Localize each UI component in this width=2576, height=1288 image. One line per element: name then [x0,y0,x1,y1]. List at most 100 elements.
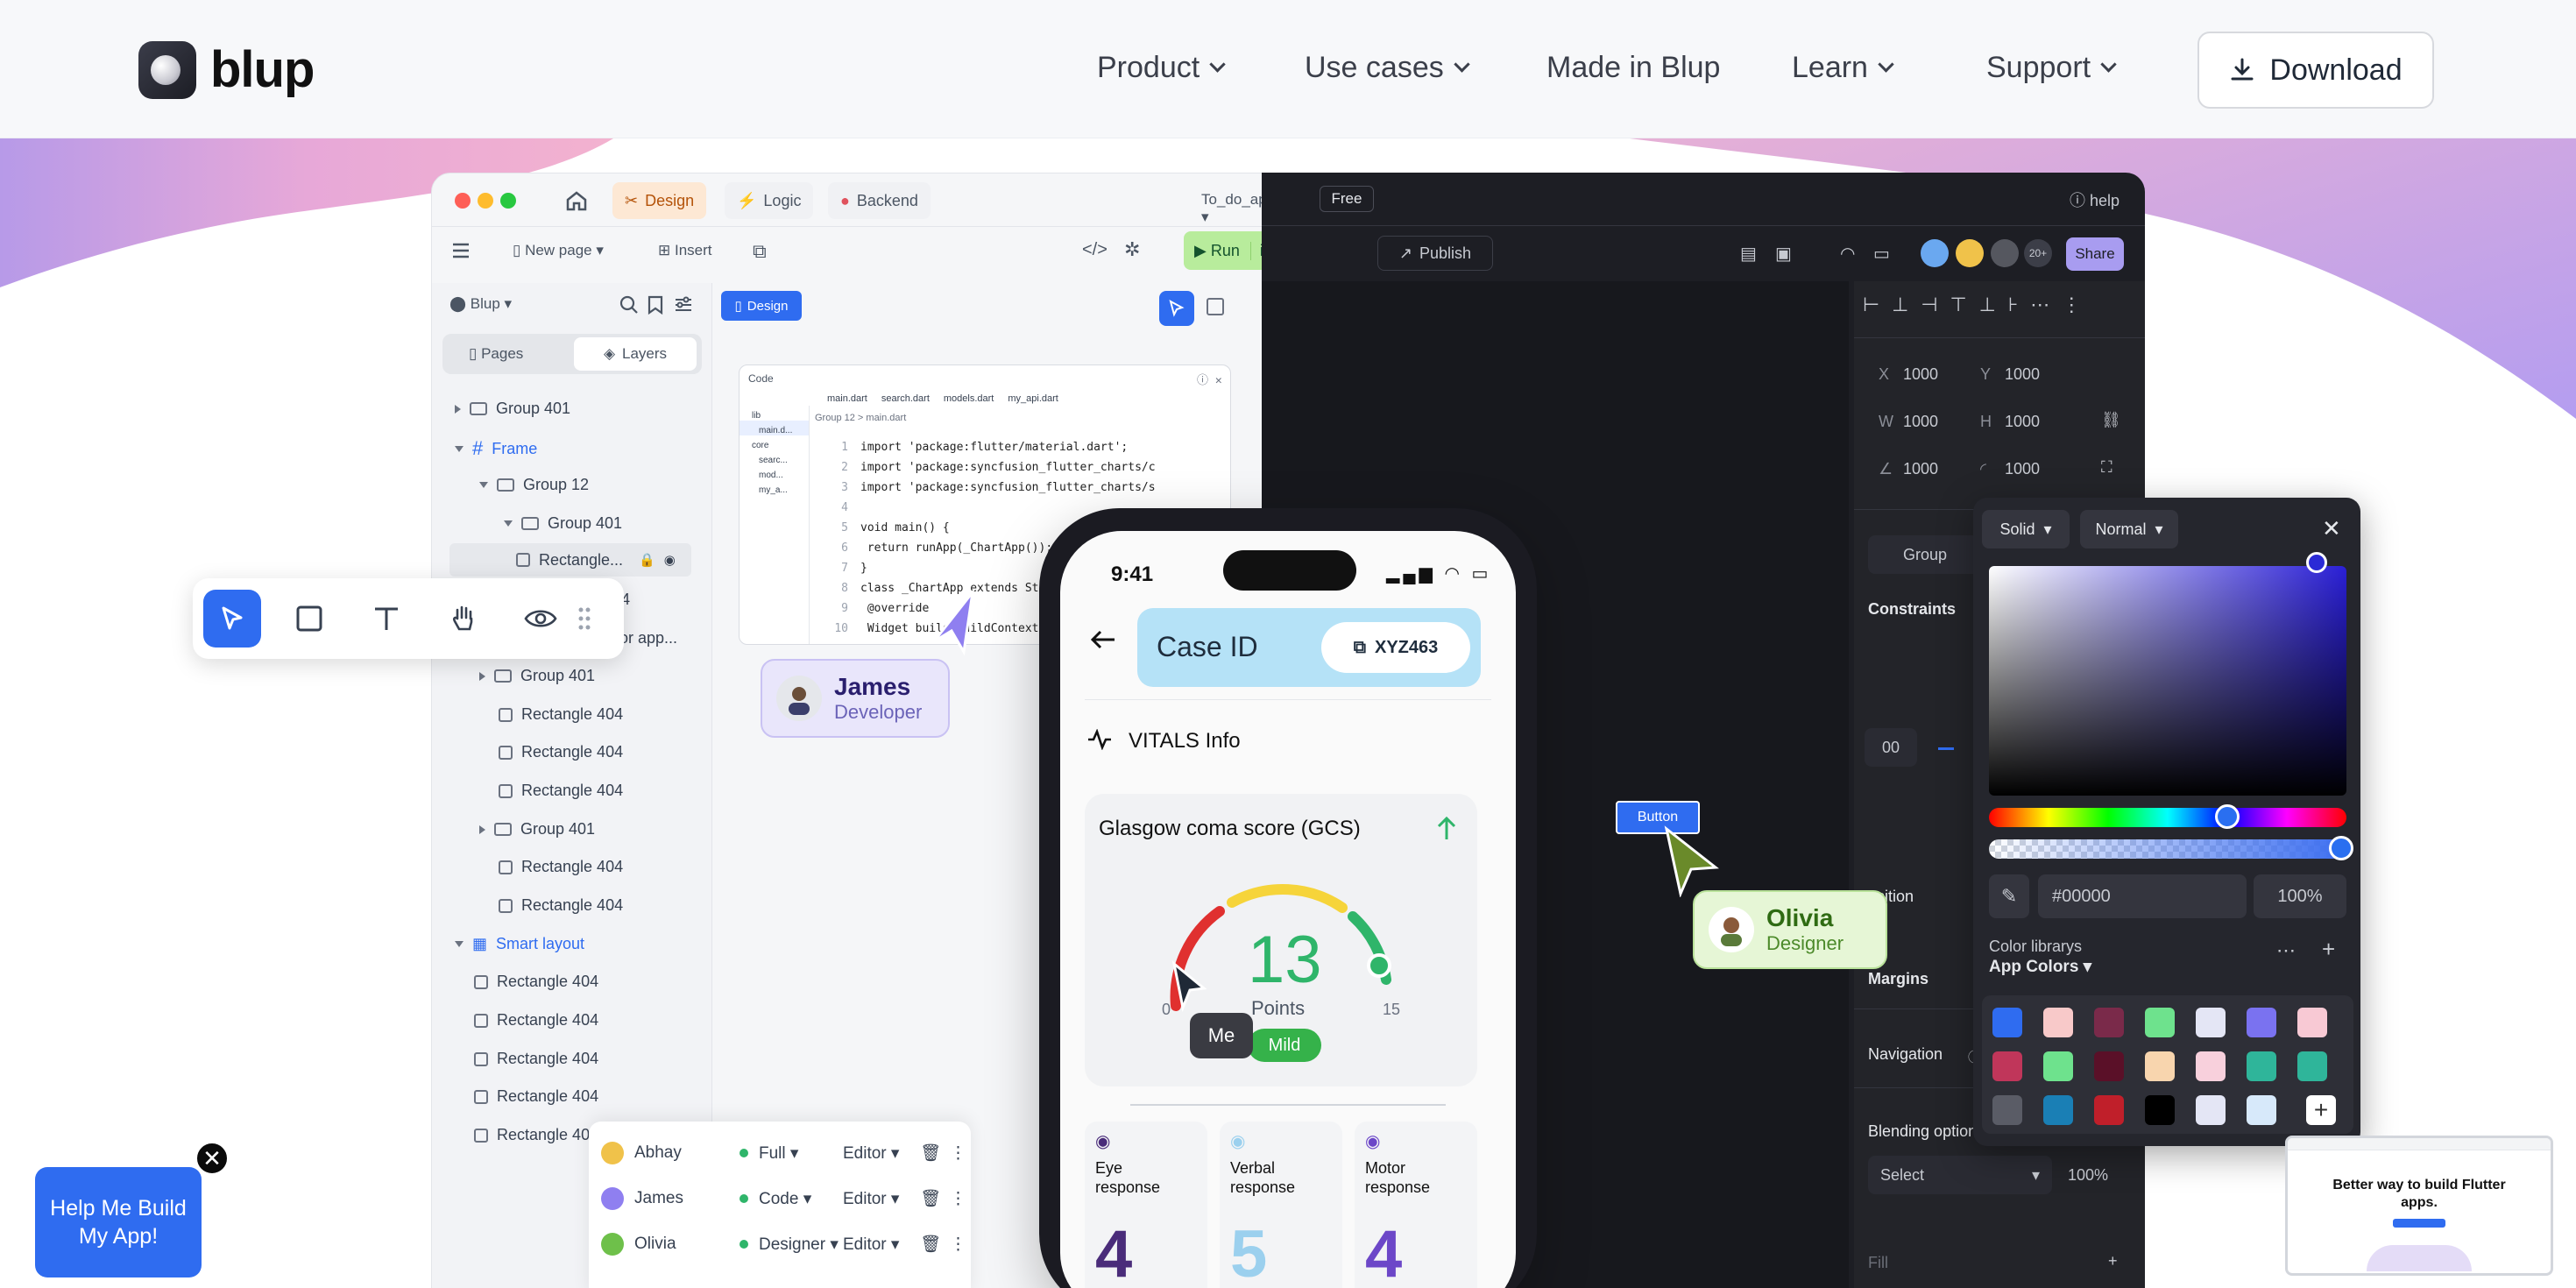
group-toggle[interactable]: Group [1868,535,1982,574]
color-swatch[interactable] [1992,1051,2022,1081]
code-line[interactable]: 5 void main() { [820,521,950,534]
color-swatch[interactable] [2145,1008,2175,1037]
window-maximize-dot[interactable] [500,193,516,209]
color-swatch[interactable] [2196,1095,2226,1125]
color-swatch[interactable] [1992,1008,2022,1037]
x-value[interactable]: 1000 [1903,365,1938,384]
tab-layers[interactable]: ◈ Layers [574,337,697,371]
rectangle-tool[interactable] [1207,298,1224,315]
color-swatch[interactable] [2043,1095,2073,1125]
layer-item[interactable]: Rectangle 404 [474,1050,598,1068]
color-swatch[interactable] [2196,1008,2226,1037]
window-close-dot[interactable] [455,193,471,209]
alpha-handle[interactable] [2329,836,2353,860]
color-swatch[interactable] [2196,1051,2226,1081]
constraint-input[interactable]: 00 [1865,728,1917,767]
opacity-input[interactable]: 100% [2254,874,2346,918]
color-swatch[interactable] [2247,1095,2276,1125]
rotation-value[interactable]: 1000 [1903,460,1938,478]
insert-button[interactable]: ⊞ Insert [658,242,712,259]
close-icon[interactable]: ✕ [195,1141,230,1176]
color-swatch[interactable] [2043,1051,2073,1081]
select-tool[interactable] [1159,291,1194,326]
color-swatch[interactable] [2247,1051,2276,1081]
add-fill-icon[interactable]: + [2108,1252,2118,1270]
layer-item[interactable]: ▦ Smart layout [455,935,584,953]
download-button[interactable]: Download [2197,32,2434,109]
color-swatch[interactable] [2145,1051,2175,1081]
run-button[interactable]: ▶ Run [1184,242,1250,260]
layer-item[interactable]: # Frame [455,437,537,460]
saturation-area[interactable] [1989,566,2346,796]
saturation-handle[interactable] [2306,552,2327,573]
code-line[interactable]: 9 @override [820,602,929,615]
bug-icon[interactable]: ✲ [1124,238,1140,261]
code-tab[interactable]: my_api.dart [1008,393,1058,404]
nav-support[interactable]: Support [1986,51,2117,85]
color-swatch[interactable] [2094,1095,2124,1125]
menu-icon[interactable] [451,242,471,259]
blending-select[interactable]: Select ▾ [1868,1156,2052,1194]
code-line[interactable]: 2 import 'package:syncfusion_flutter_char… [820,461,1155,474]
layer-item[interactable]: Rectangle 404 [499,743,623,761]
nav-product[interactable]: Product [1097,51,1226,85]
role-select[interactable]: Editor ▾ [843,1189,920,1209]
code-line[interactable]: 7} [820,562,867,575]
trash-icon[interactable]: 🗑 [920,1143,950,1164]
bookmark-icon[interactable] [648,295,663,315]
color-swatch[interactable] [2094,1051,2124,1081]
lock-icon[interactable]: 🔒 [639,552,655,568]
book-icon[interactable]: ▤ [1740,243,1757,265]
app-selector[interactable]: ⬤ Blup ▾ [449,295,512,313]
new-page-button[interactable]: ▯ New page ▾ [513,242,604,259]
code-line[interactable]: 3 import 'package:syncfusion_flutter_char… [820,481,1155,494]
figma-icon[interactable]: ⧉ [753,240,767,263]
code-line[interactable]: 6 return runApp(_ChartApp()); [820,541,1052,555]
help-build-app-button[interactable]: Help Me Build My App! [35,1167,202,1277]
hand-tool-button[interactable] [435,590,492,648]
add-color-icon[interactable]: + [2322,936,2335,963]
hue-slider[interactable] [1989,808,2346,827]
code-window-controls[interactable]: ⓘ ✕ [1197,371,1222,387]
tab-logic[interactable]: ⚡ Logic [725,182,814,219]
preview-tool-button[interactable] [512,590,570,648]
headset-icon[interactable]: ◠ [1840,243,1855,265]
chat-icon[interactable]: ▭ [1873,243,1890,265]
hue-handle[interactable] [2215,804,2240,829]
help-link[interactable]: ⓘ help [2070,188,2120,211]
tab-backend[interactable]: ● Backend [828,182,931,219]
select-tool-button[interactable] [203,590,261,648]
blending-opacity[interactable]: 100% [2068,1166,2108,1185]
color-swatch[interactable] [2247,1008,2276,1037]
avatar[interactable] [1921,239,1949,267]
layer-item[interactable]: Group 401 [455,400,570,418]
share-button[interactable]: Share [2066,237,2124,271]
height-value[interactable]: 1000 [2005,413,2040,431]
code-tab[interactable]: main.dart [827,393,867,404]
code-icon[interactable]: </> [1082,240,1108,260]
more-icon[interactable]: ⋯ [2276,939,2296,962]
search-icon[interactable] [619,295,639,315]
layer-item[interactable]: Rectangle 404 [474,973,598,991]
role-select[interactable]: Editor ▾ [843,1143,920,1164]
nav-made-in-blup[interactable]: Made in Blup [1546,51,1720,85]
add-swatch-button[interactable]: + [2306,1095,2336,1125]
alpha-slider-track[interactable] [1989,839,2346,859]
access-select[interactable]: Code ▾ [759,1189,843,1209]
code-line[interactable]: 4 [820,501,860,514]
color-swatch[interactable] [2094,1008,2124,1037]
layer-item-selected[interactable]: Rectangle... 🔒 ◉ [449,543,691,577]
code-tab[interactable]: models.dart [944,393,994,404]
layer-item[interactable]: Rectangle 404 [474,1011,598,1030]
avatar[interactable] [1991,239,2019,267]
text-tool-button[interactable] [357,590,415,648]
color-swatch[interactable] [1992,1095,2022,1125]
nav-use-cases[interactable]: Use cases [1305,51,1470,85]
nav-learn[interactable]: Learn [1792,51,1894,85]
color-swatch[interactable] [2043,1008,2073,1037]
width-value[interactable]: 1000 [1903,413,1938,431]
access-select[interactable]: Designer ▾ [759,1235,843,1255]
layer-item[interactable]: Group 401 [479,820,595,839]
alignment-icons[interactable]: ⊢⊥⊣⊤⊥⊦⋯⋮ [1863,294,2093,316]
run-controls[interactable]: ▶ Run iPhone ▾ [1184,231,1263,270]
